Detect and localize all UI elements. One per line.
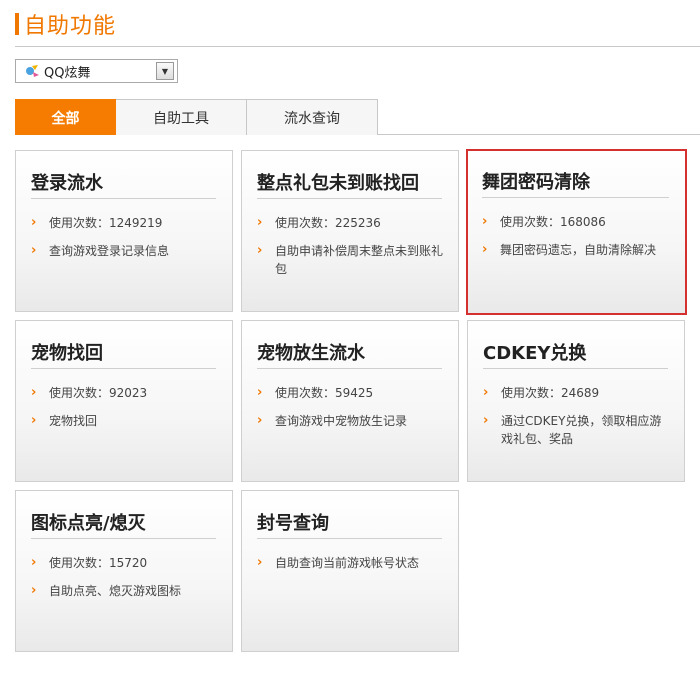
chevron-right-icon: ›: [257, 215, 263, 230]
card-divider: [483, 368, 668, 369]
card-desc-text: 自助申请补偿周末整点未到账礼包: [275, 244, 444, 276]
card-divider: [482, 197, 669, 198]
card-desc-text: 宠物找回: [49, 414, 98, 428]
card-usage: › 使用次数：225236: [257, 214, 444, 232]
card-desc: › 自助查询当前游戏帐号状态: [257, 554, 444, 572]
card-title: 封号查询: [257, 513, 329, 534]
card-desc: › 查询游戏登录记录信息: [31, 242, 218, 260]
chevron-right-icon: ›: [257, 555, 263, 570]
card-usage: › 使用次数：92023: [31, 384, 218, 402]
chevron-right-icon: ›: [257, 413, 263, 428]
card-desc: › 查询游戏中宠物放生记录: [257, 412, 444, 430]
card-desc-text: 查询游戏中宠物放生记录: [275, 414, 408, 428]
tab-all[interactable]: 全部: [15, 99, 116, 135]
card-pet-recovery[interactable]: 宠物找回 › 使用次数：92023 › 宠物找回: [15, 320, 233, 482]
card-title: 整点礼包未到账找回: [257, 173, 419, 194]
chevron-right-icon: ›: [257, 385, 263, 400]
card-ban-query[interactable]: 封号查询 › 自助查询当前游戏帐号状态: [241, 490, 459, 652]
chevron-right-icon: ›: [31, 215, 37, 230]
card-desc: › 自助申请补偿周末整点未到账礼包: [257, 242, 444, 278]
card-usage-text: 使用次数：92023: [49, 386, 148, 400]
header-divider: [15, 46, 700, 47]
card-usage-text: 使用次数：59425: [275, 386, 374, 400]
tab-self-tools[interactable]: 自助工具: [116, 99, 247, 135]
chevron-right-icon: ›: [483, 385, 489, 400]
card-usage-text: 使用次数：15720: [49, 556, 148, 570]
card-gift-recovery[interactable]: 整点礼包未到账找回 › 使用次数：225236 › 自助申请补偿周末整点未到账礼包: [241, 150, 459, 312]
card-dance-group-password[interactable]: 舞团密码清除 › 使用次数：168086 › 舞团密码遗忘，自助清除解决: [466, 149, 687, 315]
card-title: 登录流水: [31, 173, 103, 194]
chevron-right-icon: ›: [257, 243, 263, 258]
card-usage: › 使用次数：15720: [31, 554, 218, 572]
card-desc-text: 自助查询当前游戏帐号状态: [275, 556, 420, 570]
card-usage-text: 使用次数：24689: [501, 386, 600, 400]
game-select-value: QQ炫舞: [44, 65, 91, 81]
card-title: 宠物找回: [31, 343, 103, 364]
card-desc: › 宠物找回: [31, 412, 218, 430]
card-divider: [257, 368, 442, 369]
game-select[interactable]: QQ炫舞 ▼: [15, 59, 178, 83]
card-usage-text: 使用次数：1249219: [49, 216, 163, 230]
card-title: 图标点亮/熄灭: [31, 513, 146, 534]
chevron-right-icon: ›: [482, 214, 488, 229]
card-desc-text: 自助点亮、熄灭游戏图标: [49, 584, 182, 598]
card-divider: [31, 198, 216, 199]
tab-flow-query[interactable]: 流水查询: [246, 99, 378, 135]
card-desc: › 舞团密码遗忘，自助清除解决: [482, 241, 671, 259]
game-logo-icon: [24, 63, 40, 79]
chevron-right-icon: ›: [31, 243, 37, 258]
card-desc: › 通过CDKEY兑换，领取相应游戏礼包、奖品: [483, 412, 670, 448]
page-title: 自助功能: [24, 14, 117, 39]
card-title: 舞团密码清除: [482, 172, 590, 193]
card-usage: › 使用次数：1249219: [31, 214, 218, 232]
card-pet-release-flow[interactable]: 宠物放生流水 › 使用次数：59425 › 查询游戏中宠物放生记录: [241, 320, 459, 482]
chevron-right-icon: ›: [482, 242, 488, 257]
page-header: 自助功能: [15, 8, 116, 40]
card-usage: › 使用次数：168086: [482, 213, 671, 231]
chevron-right-icon: ›: [31, 555, 37, 570]
card-usage-text: 使用次数：168086: [500, 215, 606, 229]
card-title: 宠物放生流水: [257, 343, 365, 364]
card-login-flow[interactable]: 登录流水 › 使用次数：1249219 › 查询游戏登录记录信息: [15, 150, 233, 312]
card-divider: [31, 538, 216, 539]
card-usage-text: 使用次数：225236: [275, 216, 381, 230]
category-tabs: 全部 自助工具 流水查询: [15, 99, 700, 135]
card-divider: [31, 368, 216, 369]
title-accent-bar: [15, 13, 19, 35]
card-desc-text: 舞团密码遗忘，自助清除解决: [500, 243, 657, 257]
card-desc: › 自助点亮、熄灭游戏图标: [31, 582, 218, 600]
chevron-right-icon: ›: [31, 583, 37, 598]
card-usage: › 使用次数：24689: [483, 384, 670, 402]
card-usage: › 使用次数：59425: [257, 384, 444, 402]
card-icon-toggle[interactable]: 图标点亮/熄灭 › 使用次数：15720 › 自助点亮、熄灭游戏图标: [15, 490, 233, 652]
card-divider: [257, 538, 442, 539]
dropdown-arrow-icon[interactable]: ▼: [156, 62, 174, 80]
chevron-right-icon: ›: [31, 385, 37, 400]
card-divider: [257, 198, 442, 199]
card-title: CDKEY兑换: [483, 343, 587, 364]
card-desc-text: 通过CDKEY兑换，领取相应游戏礼包、奖品: [501, 414, 662, 446]
chevron-right-icon: ›: [31, 413, 37, 428]
card-cdkey-exchange[interactable]: CDKEY兑换 › 使用次数：24689 › 通过CDKEY兑换，领取相应游戏礼包、…: [467, 320, 685, 482]
card-desc-text: 查询游戏登录记录信息: [49, 244, 170, 258]
chevron-right-icon: ›: [483, 413, 489, 428]
